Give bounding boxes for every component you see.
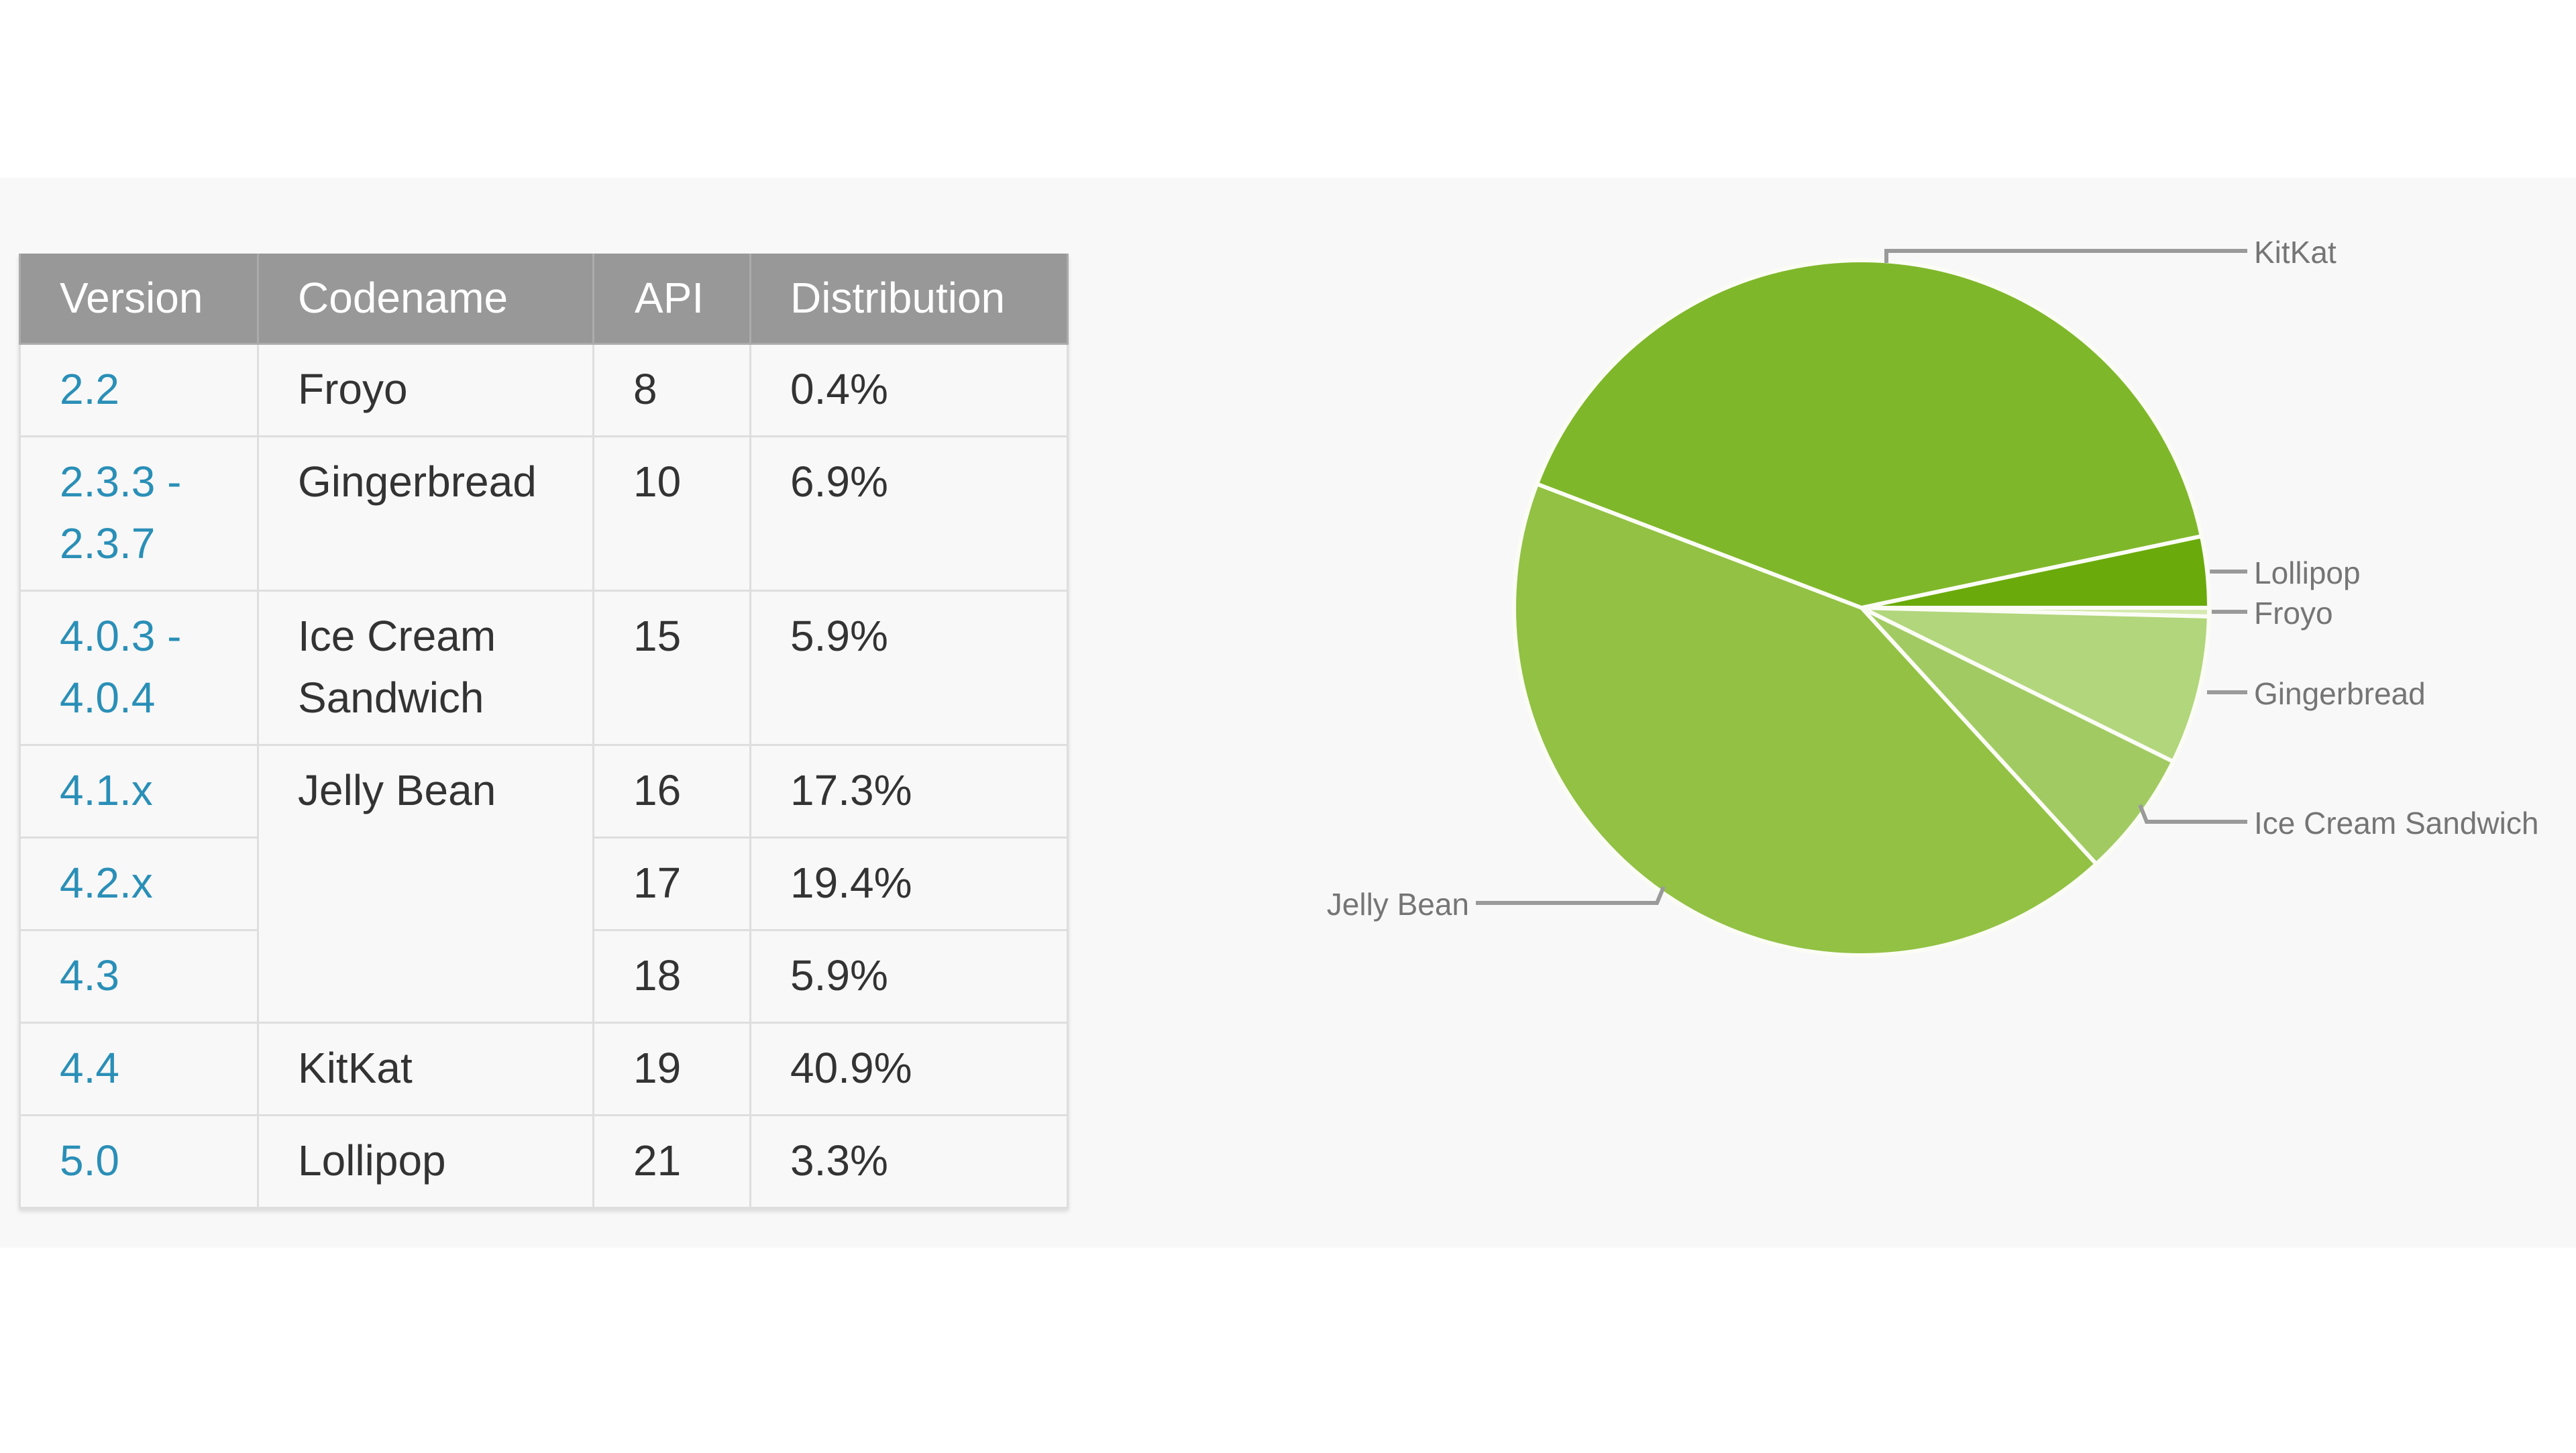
pie-label-ice-cream-sandwich: Ice Cream Sandwich bbox=[2254, 806, 2538, 841]
pie-label-froyo: Froyo bbox=[2254, 596, 2333, 631]
leader-line-ice-cream-sandwich bbox=[2138, 804, 2247, 824]
pie-label-jelly-bean: Jelly Bean bbox=[1327, 887, 1469, 922]
pie-label-gingerbread: Gingerbread bbox=[2254, 676, 2426, 711]
pie-slices bbox=[1512, 258, 2212, 957]
pie-chart: Froyo Gingerbread Ice Cream Sandwich Jelly … bbox=[1327, 235, 2538, 957]
pie-label-lollipop: Lollipop bbox=[2254, 555, 2361, 590]
pie-label-kitkat: KitKat bbox=[2254, 235, 2337, 270]
leader-line-jelly-bean bbox=[1476, 885, 1666, 905]
leader-line-kitkat bbox=[1884, 249, 2247, 263]
